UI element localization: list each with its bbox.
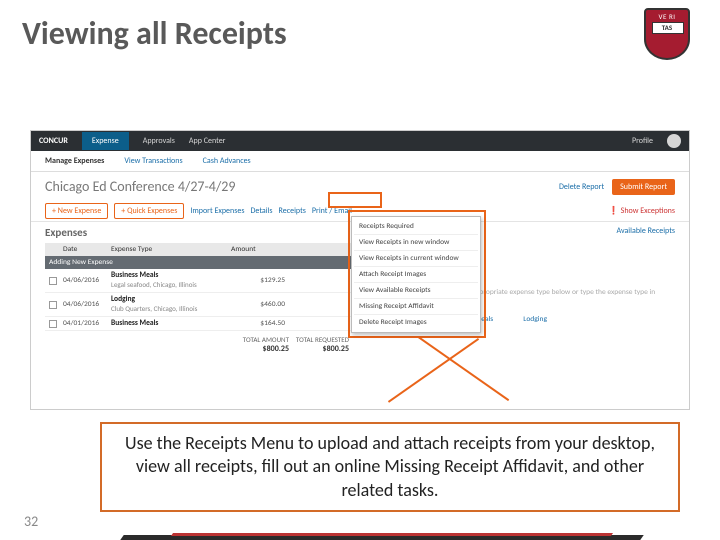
shield-text-top: VE RI (646, 12, 688, 21)
show-exceptions-link[interactable]: ❗ Show Exceptions (609, 206, 675, 216)
nav-expense[interactable]: Expense (82, 132, 129, 150)
row-amount: $164.50 (231, 319, 291, 328)
col-date[interactable]: Date (63, 245, 111, 254)
avatar-icon[interactable] (667, 134, 681, 148)
row-sub: Legal seafood, Chicago, Illinois (111, 280, 197, 289)
sub-nav: Manage Expenses View Transactions Cash A… (31, 151, 689, 172)
menu-item-attach-images[interactable]: Attach Receipt Images (354, 267, 478, 283)
subnav-cash[interactable]: Cash Advances (203, 156, 251, 166)
receipts-menu-link[interactable]: Receipts (279, 206, 306, 216)
expenses-panel: Expenses Date Expense Type Amount Adding… (31, 222, 353, 362)
subnav-transactions[interactable]: View Transactions (124, 156, 182, 166)
page-number: 32 (24, 513, 38, 530)
slide-accent-bars (122, 526, 642, 540)
caption-text: Use the Receipts Menu to upload and atta… (100, 422, 680, 512)
import-expenses-link[interactable]: Import Expenses (190, 206, 244, 216)
menu-item-missing-affidavit[interactable]: Missing Receipt Affidavit (354, 299, 478, 315)
shield-text-mid: TAS (646, 23, 688, 32)
row-amount: $129.25 (231, 276, 291, 285)
row-checkbox[interactable] (49, 320, 57, 328)
nav-appcenter[interactable]: App Center (189, 136, 226, 146)
totals-row: TOTAL AMOUNT TOTAL REQUESTED $800.25 $80… (45, 331, 353, 358)
adding-new-expense-row: Adding New Expense (45, 256, 353, 269)
menu-item-receipts-required[interactable]: Receipts Required (354, 219, 478, 235)
total-requested-value: $800.25 (289, 344, 349, 354)
subnav-manage[interactable]: Manage Expenses (45, 156, 104, 166)
row-amount: $460.00 (231, 300, 291, 309)
row-sub: Club Quarters, Chicago, Illinois (111, 304, 197, 313)
total-amount-value: $800.25 (229, 344, 289, 354)
row-checkbox[interactable] (49, 301, 57, 309)
row-checkbox[interactable] (49, 277, 57, 285)
menu-item-delete-images[interactable]: Delete Receipt Images (354, 315, 478, 330)
expense-type-chip[interactable]: Lodging (523, 315, 547, 324)
total-amount-label: TOTAL AMOUNT (229, 335, 289, 344)
row-date: 04/06/2016 (63, 300, 111, 309)
menu-item-view-new-window[interactable]: View Receipts in new window (354, 235, 478, 251)
row-type: Business Meals (111, 319, 231, 328)
submit-report-button[interactable]: Submit Report (612, 179, 675, 195)
report-header: Chicago Ed Conference 4/27-4/29 Delete R… (31, 172, 689, 201)
profile-link[interactable]: Profile (632, 136, 653, 146)
total-requested-label: TOTAL REQUESTED (289, 335, 349, 344)
app-topbar: CONCUR Expense Approvals App Center Prof… (31, 131, 689, 151)
row-type: Lodging (111, 295, 231, 304)
table-row[interactable]: 04/06/2016 Business MealsLegal seafood, … (45, 269, 353, 293)
table-row[interactable]: 04/01/2016 Business Meals $164.50 (45, 317, 353, 331)
print-email-link[interactable]: Print / Email (312, 206, 352, 216)
new-expense-button[interactable]: + New Expense (45, 203, 108, 219)
slide-title: Viewing all Receipts (0, 0, 720, 53)
expenses-table-header: Date Expense Type Amount (45, 243, 353, 256)
delete-report-link[interactable]: Delete Report (559, 182, 604, 192)
menu-item-view-available[interactable]: View Available Receipts (354, 283, 478, 299)
details-link[interactable]: Details (250, 206, 272, 216)
col-amount[interactable]: Amount (231, 245, 291, 254)
row-date: 04/06/2016 (63, 276, 111, 285)
menu-item-view-current-window[interactable]: View Receipts in current window (354, 251, 478, 267)
table-row[interactable]: 04/06/2016 LodgingClub Quarters, Chicago… (45, 293, 353, 317)
nav-approvals[interactable]: Approvals (143, 136, 175, 146)
row-date: 04/01/2016 (63, 319, 111, 328)
quick-expenses-button[interactable]: + Quick Expenses (114, 203, 184, 219)
receipts-dropdown-menu: Receipts Required View Receipts in new w… (351, 216, 481, 333)
report-title: Chicago Ed Conference 4/27-4/29 (45, 178, 559, 195)
harvard-shield-logo: VE RI TAS (644, 8, 694, 68)
concur-screenshot: CONCUR Expense Approvals App Center Prof… (30, 130, 690, 410)
brand-label: CONCUR (39, 136, 68, 146)
row-type: Business Meals (111, 271, 231, 280)
expenses-heading: Expenses (45, 226, 353, 239)
col-type[interactable]: Expense Type (111, 245, 231, 254)
